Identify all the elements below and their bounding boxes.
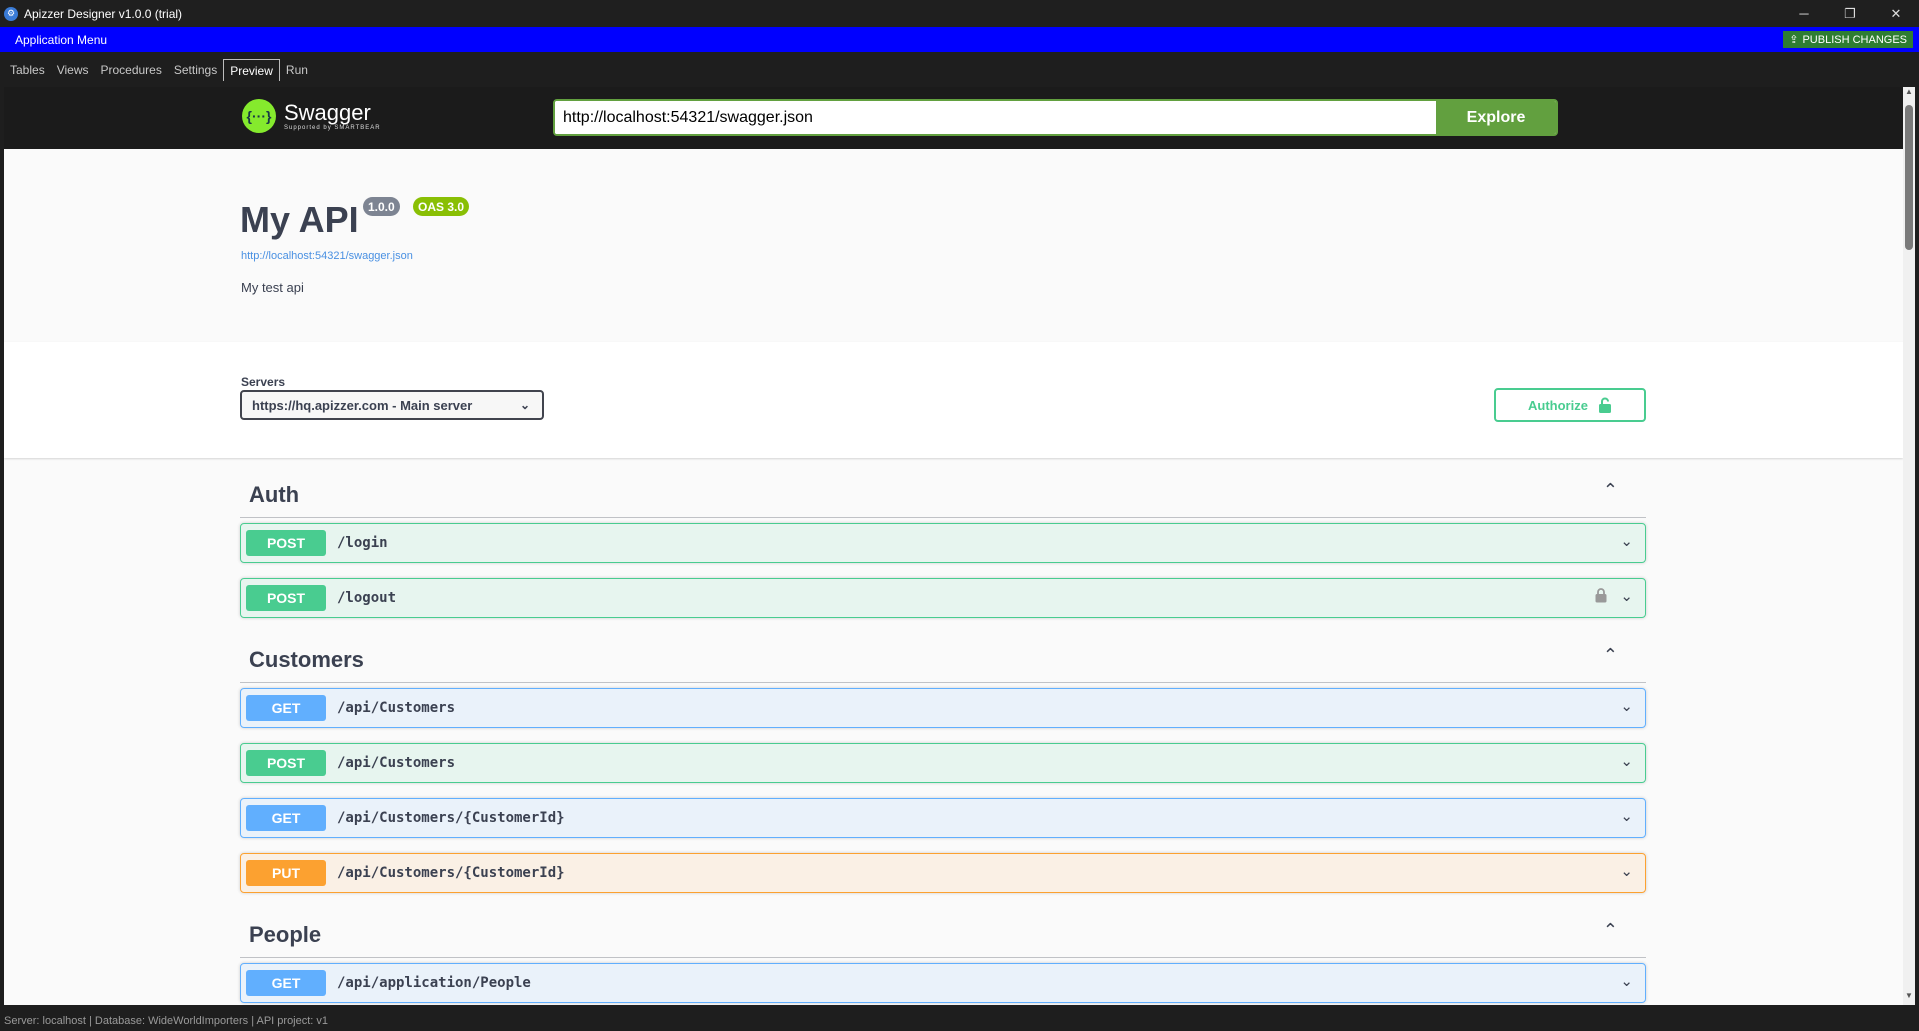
- tab-settings[interactable]: Settings: [168, 59, 223, 81]
- operation-path: /api/Customers: [337, 700, 456, 716]
- tab-tables[interactable]: Tables: [4, 59, 51, 81]
- authorize-button[interactable]: Authorize: [1494, 388, 1646, 422]
- menu-bar: Application Menu ⇪ PUBLISH CHANGES: [0, 27, 1919, 52]
- api-title: My API: [240, 199, 359, 240]
- lock-open-icon: [1598, 397, 1611, 413]
- swagger-logo[interactable]: {···} Swagger Supported by SMARTBEAR: [242, 99, 381, 133]
- chevron-down-icon: ⌄: [1620, 698, 1633, 715]
- operation-row[interactable]: PUT /api/Customers/{CustomerId} ⌄: [240, 853, 1646, 893]
- operation-row[interactable]: GET /api/Customers ⌄: [240, 688, 1646, 728]
- chevron-down-icon: ⌄: [1620, 533, 1633, 550]
- version-badge: 1.0.0: [363, 197, 400, 216]
- method-badge: POST: [246, 750, 326, 776]
- tag-header-auth[interactable]: Auth ⌃: [240, 468, 1646, 518]
- minimize-icon[interactable]: ─: [1781, 0, 1827, 27]
- operation-row[interactable]: POST /api/Customers ⌄: [240, 743, 1646, 783]
- upload-icon: ⇪: [1789, 34, 1799, 46]
- swagger-topbar: {···} Swagger Supported by SMARTBEAR Exp…: [4, 87, 1903, 149]
- preview-frame: {···} Swagger Supported by SMARTBEAR Exp…: [4, 87, 1903, 1005]
- server-select[interactable]: https://hq.apizzer.com - Main server ⌄: [240, 390, 544, 420]
- status-bar: Server: localhost | Database: WideWorldI…: [0, 1010, 1919, 1031]
- restore-icon[interactable]: ❐: [1827, 0, 1873, 27]
- scroll-down-icon[interactable]: ▼: [1903, 991, 1915, 1005]
- operation-path: /api/application/People: [337, 975, 531, 991]
- window-title: Apizzer Designer v1.0.0 (trial): [24, 6, 183, 21]
- chevron-down-icon: ⌄: [1620, 753, 1633, 770]
- method-badge: GET: [246, 805, 326, 831]
- operation-path: /api/Customers/{CustomerId}: [337, 865, 565, 881]
- publish-changes-button[interactable]: ⇪ PUBLISH CHANGES: [1783, 31, 1913, 48]
- chevron-up-icon: ⌃: [1602, 920, 1618, 940]
- app-icon: ⚙: [4, 6, 18, 21]
- api-info: My API 1.0.0 OAS 3.0 http://localhost:54…: [4, 149, 1903, 342]
- scroll-up-icon[interactable]: ▲: [1903, 87, 1915, 101]
- spec-url-input[interactable]: [555, 101, 1436, 134]
- tag-name: Customers: [249, 647, 364, 672]
- window-controls: ─ ❐ ✕: [1781, 0, 1919, 27]
- spec-url-bar: Explore: [553, 99, 1558, 136]
- spec-link[interactable]: http://localhost:54321/swagger.json: [241, 250, 413, 262]
- operation-row[interactable]: POST /login ⌄: [240, 523, 1646, 563]
- method-badge: GET: [246, 695, 326, 721]
- explore-button[interactable]: Explore: [1436, 101, 1556, 134]
- operation-row[interactable]: POST /logout ⌄: [240, 578, 1646, 618]
- authorize-label: Authorize: [1528, 397, 1588, 413]
- tag-header-people[interactable]: People ⌃: [240, 908, 1646, 958]
- servers-label: Servers: [241, 375, 286, 389]
- close-icon[interactable]: ✕: [1873, 0, 1919, 27]
- method-badge: POST: [246, 530, 326, 556]
- chevron-down-icon: ⌄: [1620, 863, 1633, 880]
- scrollbar-thumb[interactable]: [1905, 105, 1913, 250]
- operation-path: /api/Customers: [337, 755, 456, 771]
- vertical-scrollbar[interactable]: ▲ ▼: [1903, 87, 1915, 1005]
- application-menu[interactable]: Application Menu: [15, 33, 107, 47]
- chevron-down-icon: ⌄: [1620, 973, 1633, 990]
- server-select-value: https://hq.apizzer.com - Main server: [252, 397, 473, 413]
- api-description: My test api: [241, 280, 304, 295]
- operation-path: /api/Customers/{CustomerId}: [337, 810, 565, 826]
- operation-row[interactable]: GET /api/application/People ⌄: [240, 963, 1646, 1003]
- title-bar: ⚙ Apizzer Designer v1.0.0 (trial) ─ ❐ ✕: [0, 0, 1919, 27]
- oas-badge: OAS 3.0: [413, 197, 470, 216]
- operation-path: /login: [337, 535, 388, 551]
- tag-name: People: [249, 922, 322, 947]
- chevron-down-icon: ⌄: [519, 398, 530, 412]
- tag-header-customers[interactable]: Customers ⌃: [240, 633, 1646, 683]
- tab-preview[interactable]: Preview: [223, 59, 280, 81]
- chevron-up-icon: ⌃: [1602, 480, 1618, 500]
- tab-procedures[interactable]: Procedures: [94, 59, 167, 81]
- method-badge: POST: [246, 585, 326, 611]
- swagger-logo-sub: Supported by SMARTBEAR: [284, 125, 381, 131]
- status-text: Server: localhost | Database: WideWorldI…: [4, 1014, 329, 1027]
- method-badge: PUT: [246, 860, 326, 886]
- chevron-down-icon: ⌄: [1620, 588, 1633, 605]
- operation-row[interactable]: GET /api/Customers/{CustomerId} ⌄: [240, 798, 1646, 838]
- method-badge: GET: [246, 970, 326, 996]
- lock-icon[interactable]: [1595, 588, 1607, 603]
- swagger-logo-text: Swagger: [284, 100, 371, 125]
- tab-run[interactable]: Run: [280, 59, 314, 81]
- operation-path: /logout: [337, 590, 397, 606]
- chevron-up-icon: ⌃: [1602, 645, 1618, 665]
- publish-label: PUBLISH CHANGES: [1802, 33, 1907, 46]
- operations-list: Auth ⌃ POST /login ⌄ POST /logout ⌄ Cust…: [240, 458, 1646, 1005]
- swagger-logo-icon: {···}: [242, 99, 276, 133]
- tab-views[interactable]: Views: [51, 59, 95, 81]
- tab-strip: Tables Views Procedures Settings Preview…: [0, 52, 1919, 85]
- tag-name: Auth: [249, 482, 300, 507]
- servers-section: Servers https://hq.apizzer.com - Main se…: [4, 342, 1903, 458]
- chevron-down-icon: ⌄: [1620, 808, 1633, 825]
